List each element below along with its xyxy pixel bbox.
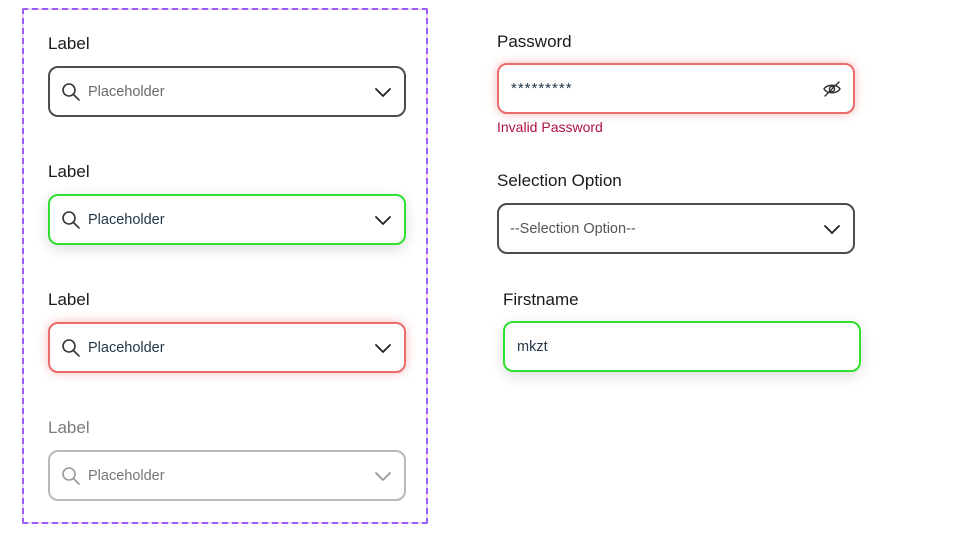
dropdown-error[interactable]: Placeholder (48, 322, 406, 373)
search-icon (62, 82, 80, 101)
dropdown-disabled: Placeholder (48, 450, 406, 501)
search-icon (62, 466, 80, 485)
dropdown-label-error: Label (48, 290, 90, 309)
chevron-down-icon[interactable] (374, 342, 392, 354)
firstname-input[interactable]: mkzt (503, 321, 861, 372)
search-icon (62, 210, 80, 229)
password-error-message: Invalid Password (497, 119, 603, 135)
chevron-down-icon[interactable] (374, 86, 392, 98)
selection-label: Selection Option (497, 171, 622, 190)
dropdown-placeholder: Placeholder (88, 467, 165, 484)
password-label: Password (497, 32, 572, 51)
dropdown-success[interactable]: Placeholder (48, 194, 406, 245)
chevron-down-icon[interactable] (823, 223, 841, 235)
dropdown-placeholder: Placeholder (88, 211, 165, 228)
chevron-down-icon[interactable] (374, 214, 392, 226)
eye-off-icon[interactable] (822, 80, 842, 98)
password-value: ********* (511, 80, 573, 97)
firstname-value: mkzt (517, 338, 548, 355)
dropdown-label-default: Label (48, 34, 90, 53)
dropdown-placeholder: Placeholder (88, 83, 165, 100)
selection-value: --Selection Option-- (510, 220, 636, 237)
selection-dropdown[interactable]: --Selection Option-- (497, 203, 855, 254)
dropdown-placeholder: Placeholder (88, 339, 165, 356)
firstname-label: Firstname (503, 290, 579, 309)
dropdown-label-success: Label (48, 162, 90, 181)
dropdown-default[interactable]: Placeholder (48, 66, 406, 117)
password-input[interactable]: ********* (497, 63, 855, 114)
chevron-down-icon (375, 471, 391, 481)
dropdown-label-disabled: Label (48, 418, 90, 437)
search-icon (62, 338, 80, 357)
